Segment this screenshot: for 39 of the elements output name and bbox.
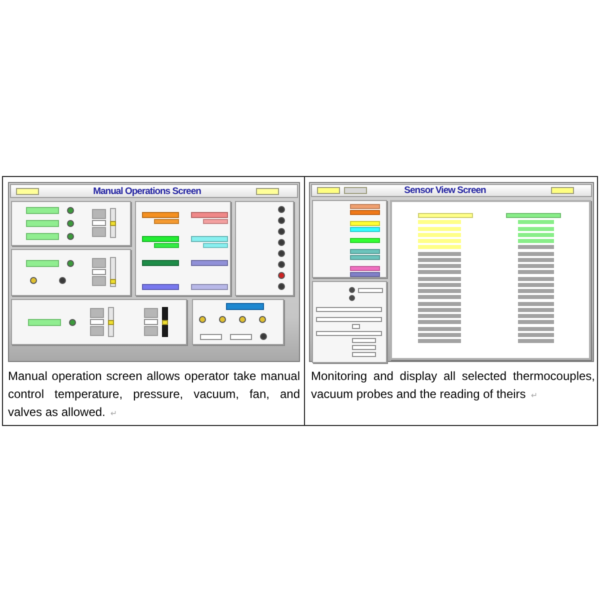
input-field[interactable] <box>352 338 376 343</box>
header-button[interactable] <box>344 187 367 194</box>
header-button[interactable] <box>317 187 340 194</box>
control-button[interactable] <box>26 232 59 240</box>
input-field[interactable] <box>358 288 383 292</box>
input-field[interactable] <box>316 317 382 322</box>
header-button[interactable] <box>16 188 39 194</box>
header-button[interactable] <box>256 188 279 194</box>
control-button[interactable] <box>28 318 61 326</box>
setpoint-field[interactable] <box>92 269 106 276</box>
header-button[interactable] <box>551 187 574 194</box>
input-field[interactable] <box>230 334 252 340</box>
control-button[interactable] <box>226 303 264 310</box>
input-field[interactable] <box>352 352 376 357</box>
input-field[interactable] <box>200 334 222 340</box>
control-button[interactable] <box>26 206 59 214</box>
step-button[interactable] <box>92 227 106 238</box>
input-field[interactable] <box>352 324 360 329</box>
step-button[interactable] <box>92 258 106 268</box>
caption-text: Monitoring and display all selected thermocouples, vacuum probes and the reading of theirs ↵ <box>311 368 595 404</box>
slider-thumb[interactable] <box>110 220 116 226</box>
setpoint-field[interactable] <box>90 319 104 325</box>
input-field[interactable] <box>316 307 382 312</box>
step-button[interactable] <box>92 276 106 286</box>
slider-thumb[interactable] <box>108 320 114 324</box>
step-button[interactable] <box>90 308 104 318</box>
setpoint-field[interactable] <box>92 220 106 226</box>
control-button[interactable] <box>26 220 59 227</box>
step-button[interactable] <box>90 326 104 336</box>
caption-text: Manual operation screen allows operator take manual control temperature, pressure, vacuum, fan, and valves as allowed. ↵ <box>8 368 300 422</box>
input-field[interactable] <box>316 331 382 336</box>
slider-thumb[interactable] <box>162 320 168 324</box>
input-field[interactable] <box>352 345 376 350</box>
screen-title: Manual Operations Screen <box>93 186 201 196</box>
screen-title: Sensor View Screen <box>404 185 486 196</box>
control-button[interactable] <box>26 260 59 268</box>
setpoint-field[interactable] <box>144 319 158 325</box>
slider-thumb[interactable] <box>110 278 116 284</box>
step-button[interactable] <box>92 209 106 220</box>
